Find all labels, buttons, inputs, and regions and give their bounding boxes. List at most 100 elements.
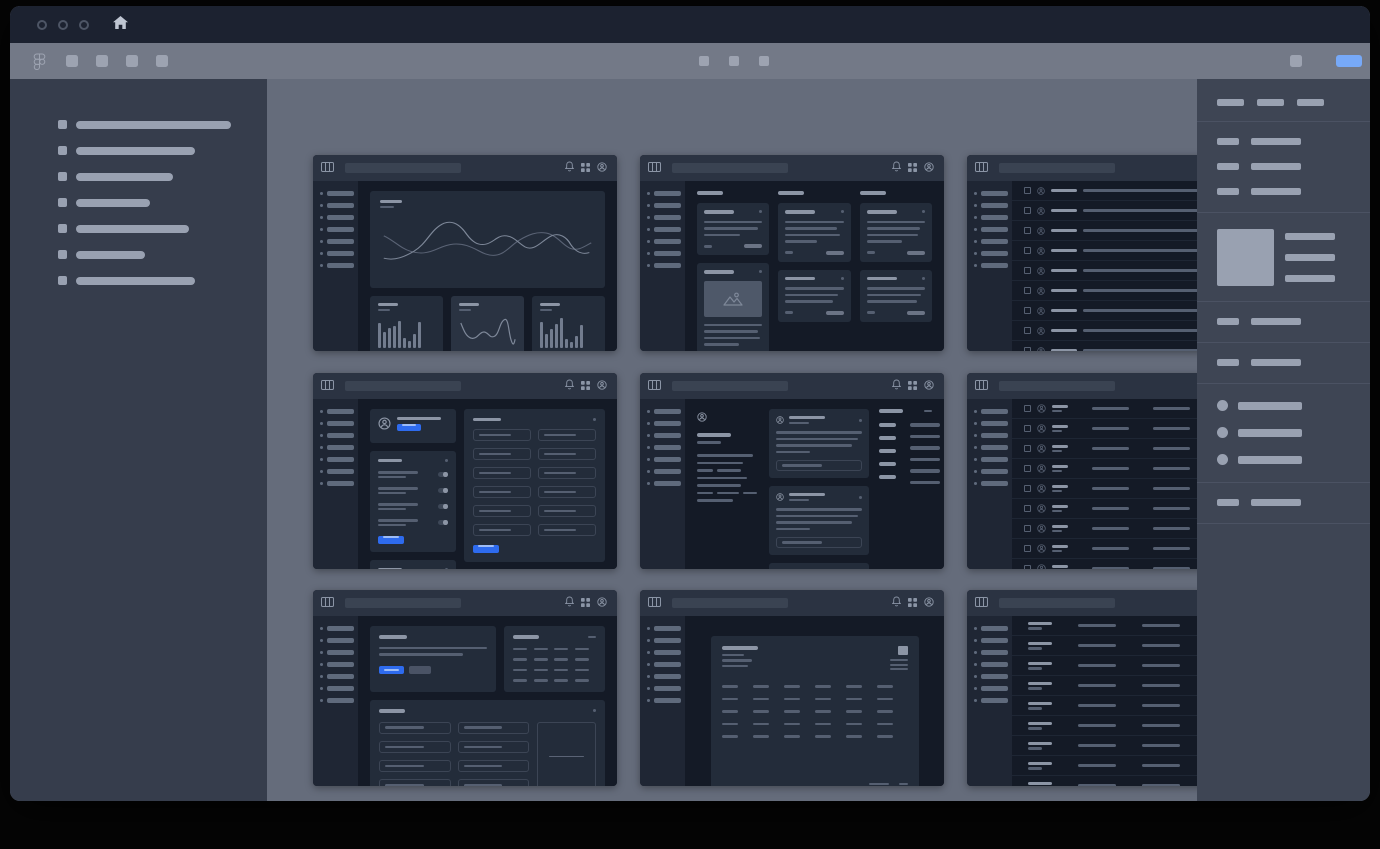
- inspector-section-7: [1197, 483, 1370, 524]
- property-row[interactable]: [1217, 499, 1350, 506]
- card-text-bar: [867, 294, 922, 297]
- radio-circle-icon: [1217, 427, 1228, 438]
- mini-bullet-icon: [647, 434, 650, 437]
- row-detail-bar: [1083, 349, 1197, 351]
- invoice-cell-bar: [846, 698, 862, 701]
- dashboard-thumbnail-feed[interactable]: [640, 373, 944, 569]
- input-field: [538, 486, 596, 498]
- input-field: [538, 429, 596, 441]
- dashboard-thumbnail-forms[interactable]: [313, 590, 617, 786]
- mini-label-bar: [327, 650, 354, 655]
- table-row: [1012, 756, 1197, 776]
- inspector-section-5: [1197, 343, 1370, 384]
- chart-bar: [398, 321, 401, 348]
- input-field: [473, 524, 531, 536]
- row-subtitle-bar: [1028, 747, 1042, 750]
- sidebar-item-7[interactable]: [58, 276, 267, 285]
- invoice-text-bar: [722, 659, 752, 662]
- property-row[interactable]: [1217, 359, 1350, 366]
- card-text-bar: [785, 221, 843, 224]
- dashboard-thumbnail-list[interactable]: [967, 155, 1197, 351]
- input-field: [473, 505, 531, 517]
- toolbar-tool-button[interactable]: [126, 55, 138, 67]
- mini-bullet-icon: [974, 639, 977, 642]
- bio-text-bar: [697, 477, 747, 480]
- row-name-stack: [1028, 622, 1052, 630]
- card-header: [867, 277, 925, 281]
- dashboard-thumbnail-members[interactable]: [967, 373, 1197, 569]
- mini-bullet-icon: [974, 446, 977, 449]
- window-control-maximize[interactable]: [79, 20, 89, 30]
- mini-label-bar: [981, 650, 1008, 655]
- row-cell-bar: [1078, 624, 1116, 627]
- toolbar-tool-button[interactable]: [66, 55, 78, 67]
- color-swatch[interactable]: [1217, 229, 1274, 286]
- sidebar-item-6[interactable]: [58, 250, 267, 259]
- dashboard-thumbnail-analytics[interactable]: [313, 155, 617, 351]
- property-row[interactable]: [1217, 163, 1350, 170]
- toolbar-tool-button[interactable]: [156, 55, 168, 67]
- thumb-body: [313, 399, 617, 569]
- card-text-bar: [704, 227, 758, 230]
- card-menu-dot-icon: [445, 459, 448, 462]
- row-cell-bar: [1153, 507, 1190, 510]
- mini-label-bar: [327, 203, 354, 208]
- mini-label-bar: [981, 469, 1008, 474]
- window-control-minimize[interactable]: [58, 20, 68, 30]
- window-control-close[interactable]: [37, 20, 47, 30]
- dashboard-thumbnail-invoice[interactable]: [640, 590, 944, 786]
- sidebar-item-1[interactable]: [58, 120, 267, 129]
- mini-bullet-icon: [647, 446, 650, 449]
- radio-option[interactable]: [1217, 427, 1350, 438]
- chart-bar: [545, 334, 548, 348]
- inspector-tab[interactable]: [1217, 99, 1244, 106]
- main-toolbar: [10, 43, 1370, 79]
- sidebar-item-label-bar: [76, 121, 231, 129]
- card-footer: [704, 244, 762, 248]
- home-button[interactable]: [113, 16, 128, 34]
- mini-label-bar: [981, 263, 1008, 268]
- toolbar-tool-button[interactable]: [96, 55, 108, 67]
- sidebar-item-3[interactable]: [58, 172, 267, 181]
- sidebar-item-5[interactable]: [58, 224, 267, 233]
- row-cell-bar: [1153, 547, 1190, 550]
- thumb-topbar-icons: [892, 159, 934, 177]
- primary-button: [379, 666, 404, 674]
- dashboard-thumbnail-settings[interactable]: [313, 373, 617, 569]
- mini-bullet-icon: [320, 216, 323, 219]
- mini-label-bar: [654, 650, 681, 655]
- toolbar-view-button[interactable]: [699, 56, 709, 66]
- thumb-mini-sidebar: [967, 399, 1012, 569]
- radio-option[interactable]: [1217, 400, 1350, 411]
- radio-option[interactable]: [1217, 454, 1350, 465]
- property-row[interactable]: [1217, 138, 1350, 145]
- card-footer: [785, 311, 843, 315]
- toolbar-accent-button[interactable]: [1336, 55, 1362, 67]
- mini-bullet-icon: [320, 240, 323, 243]
- property-row[interactable]: [1217, 188, 1350, 195]
- inspector-tab[interactable]: [1257, 99, 1284, 106]
- toolbar-settings-button[interactable]: [1290, 55, 1302, 67]
- dashboard-thumbnail-kanban[interactable]: [640, 155, 944, 351]
- property-row[interactable]: [1217, 318, 1350, 325]
- profile-name-bar: [397, 417, 441, 420]
- toolbar-view-button[interactable]: [729, 56, 739, 66]
- inspector-tab[interactable]: [1297, 99, 1324, 106]
- row-name-bar: [1052, 565, 1068, 568]
- mini-sidebar-item: [974, 638, 1012, 643]
- chart-bar: [403, 338, 406, 348]
- mini-bullet-icon: [974, 470, 977, 473]
- sidebar-item-4[interactable]: [58, 198, 267, 207]
- sidebar-item-2[interactable]: [58, 146, 267, 155]
- row-avatar-icon: [1037, 484, 1046, 493]
- card-title-bar: [785, 210, 815, 214]
- row-avatar-icon: [1037, 544, 1046, 553]
- toggle-label-stack: [378, 471, 418, 478]
- dashboard-thumbnail-records[interactable]: [967, 590, 1197, 786]
- mini-sidebar-item: [974, 421, 1012, 426]
- toggle-label-stack: [378, 503, 418, 510]
- toolbar-view-button[interactable]: [759, 56, 769, 66]
- thumb-content: [1012, 399, 1197, 569]
- sidebar-item-label-bar: [76, 277, 195, 285]
- mini-sidebar-item: [974, 698, 1012, 703]
